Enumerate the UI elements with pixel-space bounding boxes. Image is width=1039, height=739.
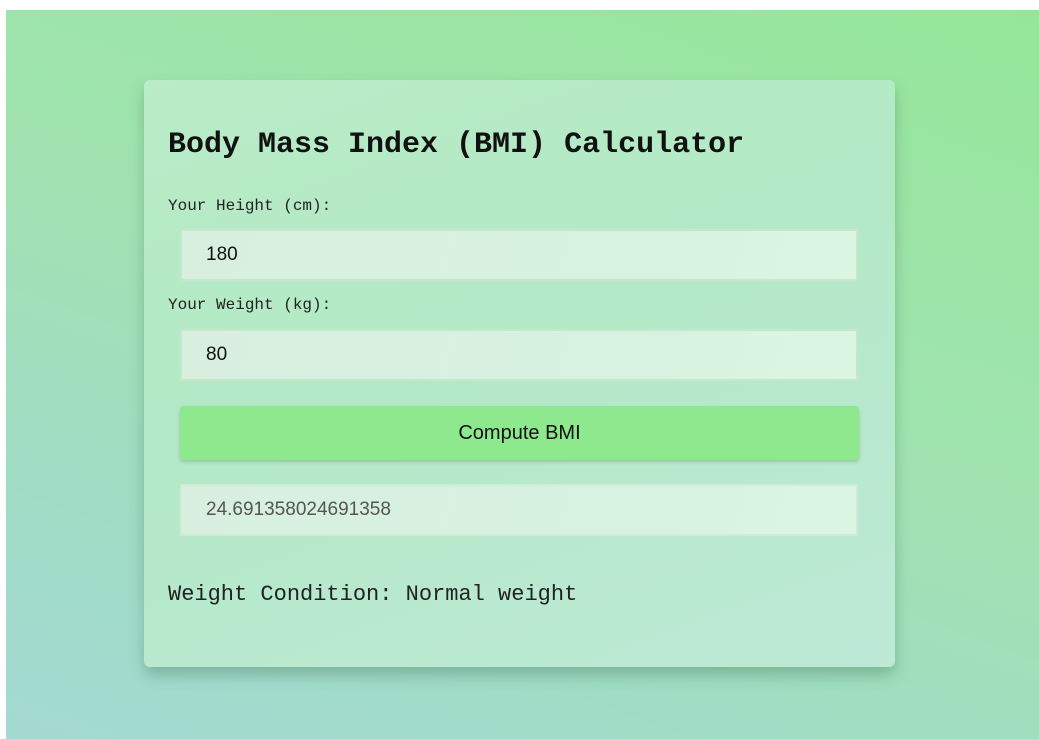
bmi-result-field[interactable] [180, 484, 858, 536]
bmi-calculator-card: Body Mass Index (BMI) Calculator Your He… [144, 80, 895, 667]
weight-label: Your Weight (kg): [168, 296, 332, 314]
weight-input[interactable] [180, 329, 858, 381]
compute-bmi-button[interactable]: Compute BMI [180, 406, 859, 460]
height-input[interactable] [180, 229, 858, 281]
page-title: Body Mass Index (BMI) Calculator [168, 128, 745, 162]
weight-condition-text: Weight Condition: Normal weight [168, 582, 578, 607]
height-label: Your Height (cm): [168, 197, 332, 215]
page-background: Body Mass Index (BMI) Calculator Your He… [6, 10, 1039, 739]
